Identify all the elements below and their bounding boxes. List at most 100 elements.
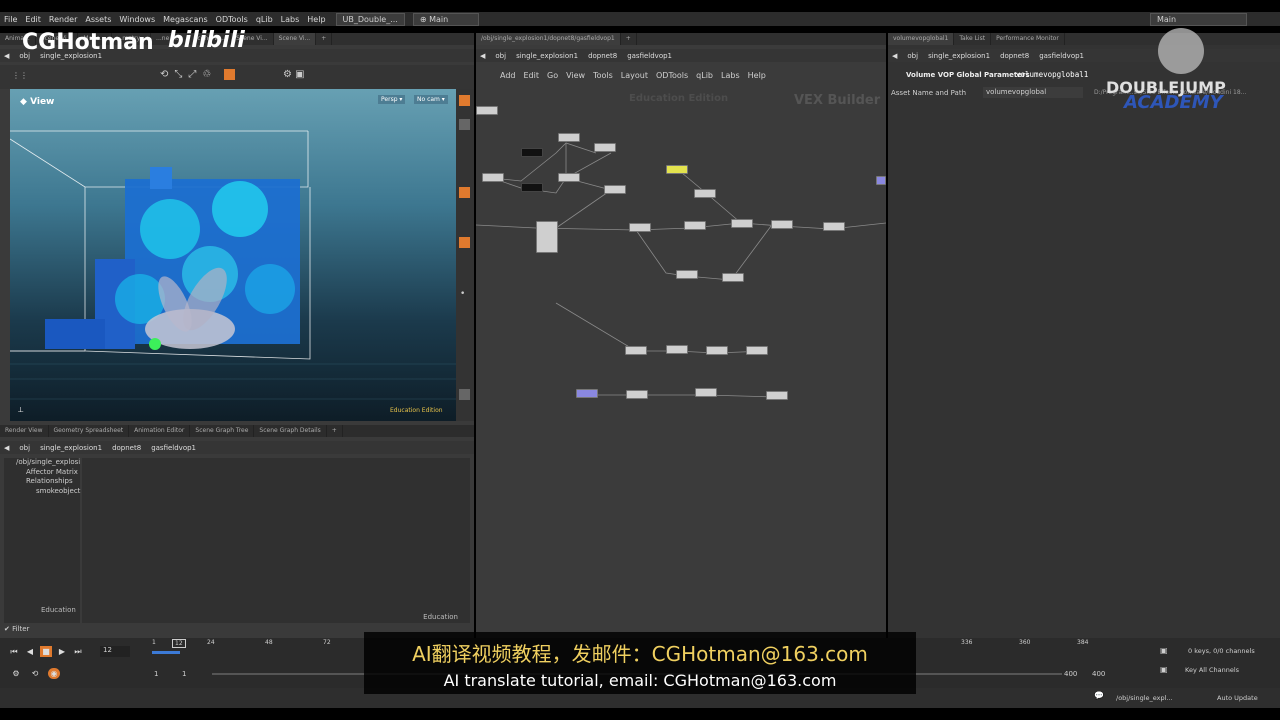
param-path-single-explosion[interactable]: single_explosion1 [928,52,990,60]
vop-node[interactable] [625,346,647,355]
vop-node[interactable] [676,270,698,279]
auto-update-menu[interactable]: Auto Update [1217,694,1258,702]
back-arrow-icon[interactable]: ◀ [4,52,9,60]
vop-node[interactable] [521,183,543,192]
range-start-2[interactable]: 1 [182,670,186,678]
desktop-tab[interactable]: UB_Double_... [335,12,405,26]
add-tab-icon-2[interactable]: + [327,425,343,437]
menu-megascans[interactable]: Megascans [159,15,212,24]
vop-node[interactable] [629,223,651,232]
sound-icon[interactable]: ◉ [48,668,60,679]
tab-scene-graph-tree[interactable]: Scene Graph Tree [190,425,255,437]
vop-node[interactable] [746,346,768,355]
vop-node[interactable] [558,173,580,182]
tab-render-view[interactable]: Render View [0,425,49,437]
vop-node[interactable] [604,185,626,194]
param-path-gasfieldvop[interactable]: gasfieldvop1 [1039,52,1084,60]
vop-node[interactable] [766,391,788,400]
path-dopnet-2[interactable]: dopnet8 [112,444,141,452]
vop-node[interactable] [482,173,504,182]
vop-node[interactable] [731,219,753,228]
vop-node-large[interactable] [536,221,558,253]
vop-node[interactable] [626,390,648,399]
loop-icon[interactable]: ⟲ [29,668,41,679]
tab-scene-view-5[interactable]: Scene Vi... [273,33,317,45]
menu-render[interactable]: Render [45,15,81,24]
param-path-obj[interactable]: obj [907,52,918,60]
vop-node[interactable] [706,346,728,355]
vop-node[interactable] [823,222,845,231]
stop-icon[interactable]: ■ [40,646,52,657]
light-tool-icon[interactable] [459,187,470,198]
tab-take-list[interactable]: Take List [954,33,992,45]
menu-labs[interactable]: Labs [277,15,304,24]
tab-scene-graph-details[interactable]: Scene Graph Details [254,425,327,437]
current-frame-marker[interactable]: 12 [172,639,186,648]
vop-node[interactable] [722,273,744,282]
jump-end-icon[interactable]: ⏭ [72,646,84,657]
param-path-dopnet[interactable]: dopnet8 [1000,52,1029,60]
menu-assets[interactable]: Assets [81,15,115,24]
grid-menu-icon[interactable]: ⋮⋮ [12,71,28,80]
key-all-icon[interactable]: ▣ [1160,665,1168,674]
vop-node-output[interactable] [876,176,886,185]
path-gasfieldvop-2[interactable]: gasfieldvop1 [151,444,196,452]
tab-geometry-spreadsheet[interactable]: Geometry Spreadsheet [49,425,130,437]
add-tab-icon[interactable]: + [316,33,333,45]
vop-node[interactable] [476,106,498,115]
frame-field[interactable]: 12 [100,646,130,657]
back-arrow-icon-4[interactable]: ◀ [892,52,897,60]
tab-performance-monitor[interactable]: Performance Monitor [991,33,1065,45]
play-icon[interactable]: ▶ [56,646,68,657]
menu-windows[interactable]: Windows [115,15,159,24]
lock-icon[interactable] [459,119,470,130]
play-reverse-icon[interactable]: ◀ [24,646,36,657]
back-arrow-icon-2[interactable]: ◀ [4,444,9,452]
tree-affector[interactable]: Affector Matrix [4,468,80,478]
range-end-2[interactable]: 400 [1092,670,1105,678]
menu-help[interactable]: Help [303,15,329,24]
menu-file[interactable]: File [0,15,21,24]
display-icon[interactable] [459,389,470,400]
timeline-ruler[interactable]: 1 12 24 48 72 [152,638,365,662]
realtime-icon[interactable]: ⚙ [10,668,22,679]
path-obj-2[interactable]: obj [19,444,30,452]
select-tool-icon[interactable] [459,95,470,106]
menu-odtools[interactable]: ODTools [212,15,252,24]
vop-node[interactable] [666,345,688,354]
vop-node[interactable] [594,143,616,152]
menu-edit[interactable]: Edit [21,15,45,24]
display-option-icons[interactable]: ⟲⤡⤢♲ [160,69,217,80]
vop-node[interactable] [521,148,543,157]
vop-node[interactable] [694,189,716,198]
menu-qlib[interactable]: qLib [252,15,277,24]
node-name-field[interactable]: volumevopglobal1 [1016,70,1088,79]
chat-icon[interactable]: 💬 [1094,691,1104,700]
vop-node-selected[interactable] [666,165,688,174]
filter-field[interactable]: ✔ Filter [4,625,29,633]
range-start[interactable]: 1 [154,670,158,678]
handle-tool-icon[interactable] [459,237,470,248]
vop-node[interactable] [771,220,793,229]
tool-dot-icon[interactable]: • [460,289,465,299]
tree-root[interactable]: /obj/single_explosi [4,458,80,468]
tree-smokeobject[interactable]: smokeobject [4,487,80,497]
viewport[interactable]: ◆ View Persp ▾ No cam ▾ Education Editio… [10,89,456,421]
camera-icons[interactable]: ⚙ ▣ [283,69,305,80]
tab-volumevopglobal[interactable]: volumevopglobal1 [888,33,955,45]
snap-icon[interactable] [224,69,235,80]
right-desk-select[interactable]: Main [1150,12,1248,26]
vop-node[interactable] [695,388,717,397]
tree-relationships[interactable]: Relationships [4,477,80,487]
range-end[interactable]: 400 [1064,670,1077,678]
vop-node[interactable] [684,221,706,230]
desk-select[interactable]: ⊕ Main [412,12,480,26]
key-all-button[interactable]: Key All Channels [1185,666,1239,674]
vop-node-input[interactable] [576,389,598,398]
vop-node[interactable] [558,133,580,142]
tab-animation-editor[interactable]: Animation Editor [129,425,191,437]
jump-start-icon[interactable]: ⏮ [8,646,20,657]
path-single-explosion-2[interactable]: single_explosion1 [40,444,102,452]
asset-name-field[interactable]: volumevopglobal [983,87,1083,98]
keys-icon[interactable]: ▣ [1160,646,1168,655]
